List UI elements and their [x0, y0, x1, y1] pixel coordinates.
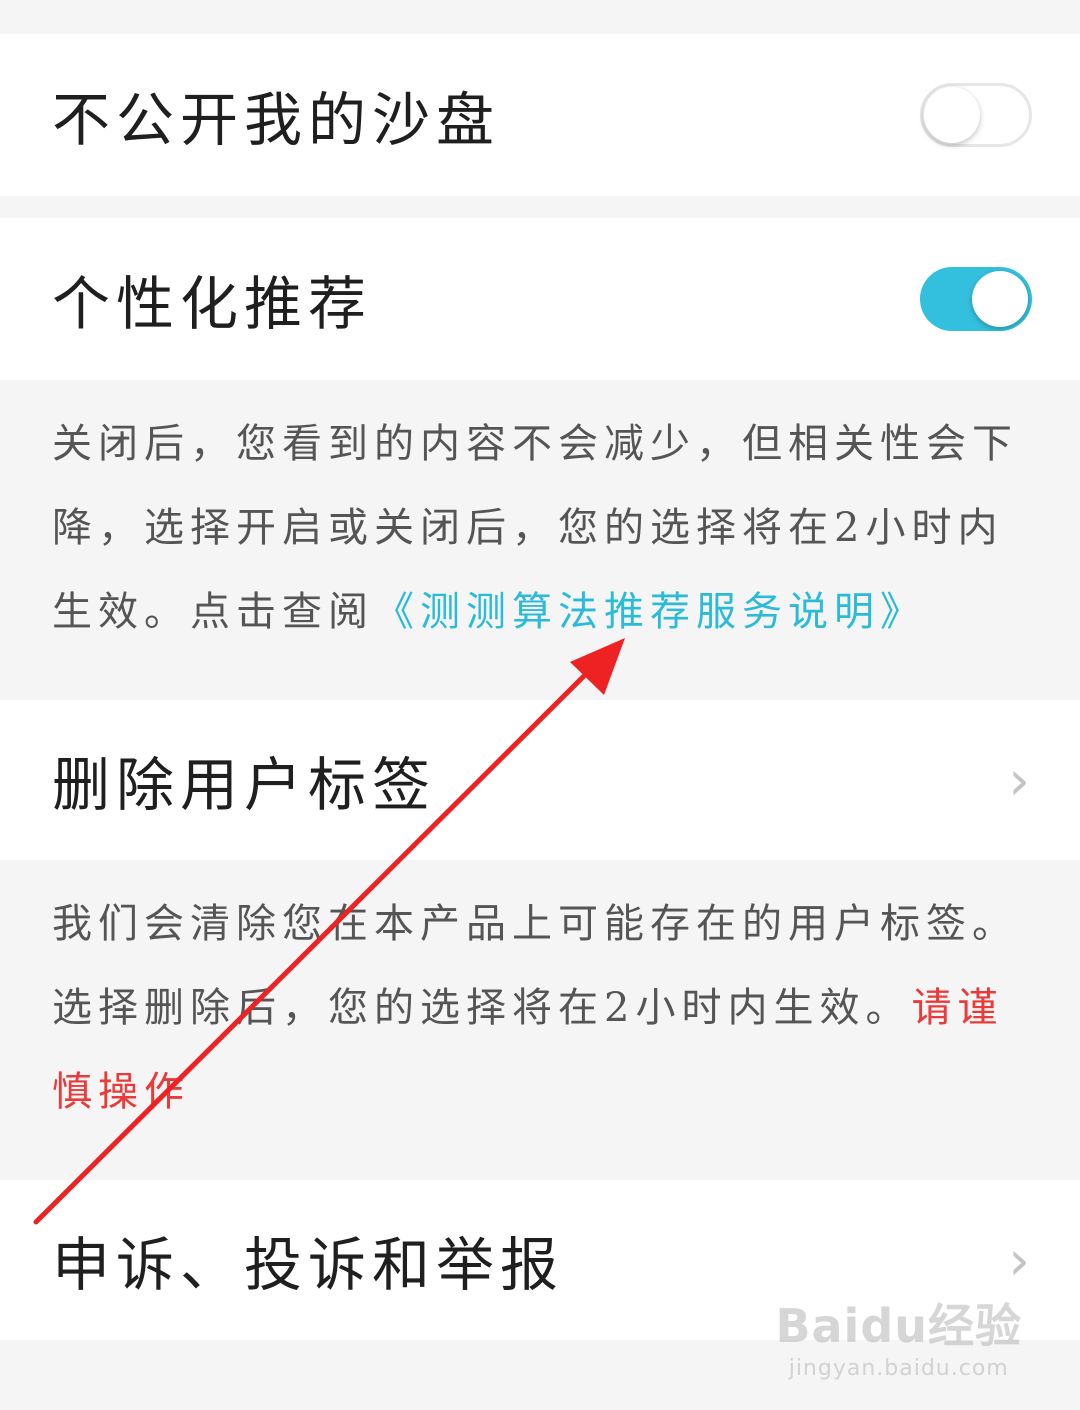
setting-label-hide-sandbox: 不公开我的沙盘: [52, 86, 501, 154]
personalized-description: 关闭后，您看到的内容不会减少，但相关性会下降，选择开启或关闭后，您的选择将在2小…: [0, 380, 1080, 700]
setting-label-appeal: 申诉、投诉和举报: [52, 1231, 565, 1299]
chevron-right-icon: ›: [1008, 1228, 1030, 1292]
setting-row-delete-tags[interactable]: 删除用户标签 ›: [0, 700, 1080, 860]
watermark-sub: jingyan.baidu.com: [788, 1356, 1009, 1381]
toggle-knob: [972, 271, 1028, 327]
baidu-watermark: Baidu经验 jingyan.baidu.com: [775, 1290, 1022, 1381]
toggle-knob: [924, 87, 980, 143]
setting-label-personalized: 个性化推荐: [52, 270, 373, 338]
delete-tags-desc-text: 我们会清除您在本产品上可能存在的用户标签。选择删除后，您的选择将在2小时内生效。: [52, 901, 1018, 1031]
setting-row-hide-sandbox[interactable]: 不公开我的沙盘: [0, 34, 1080, 196]
algorithm-service-link[interactable]: 《测测算法推荐服务说明》: [374, 589, 926, 635]
top-spacer: [0, 0, 1080, 34]
delete-tags-description: 我们会清除您在本产品上可能存在的用户标签。选择删除后，您的选择将在2小时内生效。…: [0, 860, 1080, 1180]
setting-label-delete-tags: 删除用户标签: [52, 751, 437, 819]
hide-sandbox-toggle[interactable]: [920, 83, 1032, 147]
watermark-main: Baidu经验: [775, 1299, 1022, 1353]
setting-row-personalized[interactable]: 个性化推荐: [0, 218, 1080, 380]
chevron-right-icon: ›: [1008, 748, 1030, 812]
personalized-toggle[interactable]: [920, 267, 1032, 331]
section-divider: [0, 196, 1080, 218]
